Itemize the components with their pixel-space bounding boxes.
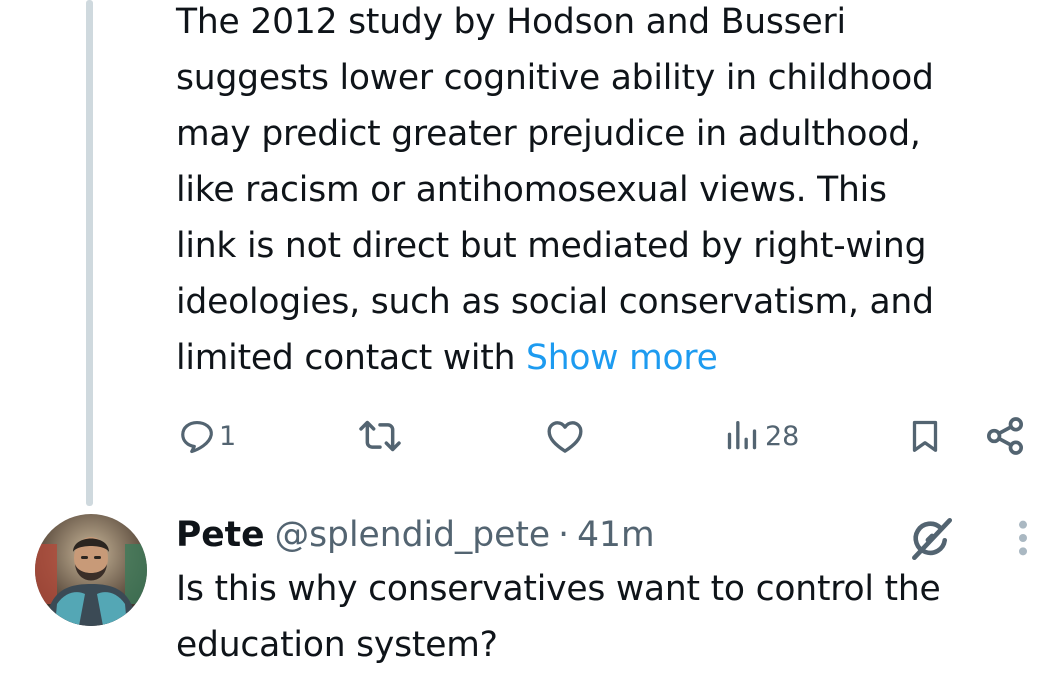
tweet-text-line: may predict greater prejudice in adultho…	[176, 114, 921, 154]
retweet-button[interactable]	[357, 417, 406, 455]
tweet-text-fragment: limited contact with	[176, 338, 527, 378]
tweet-text-line: link is not direct but mediated by right…	[176, 226, 927, 266]
more-options-button[interactable]	[1016, 518, 1030, 562]
avatar[interactable]	[35, 514, 147, 626]
reply-icon	[181, 420, 213, 454]
parent-tweet-text[interactable]: The 2012 study by Hodson and Busseri sug…	[176, 0, 1046, 386]
show-more-link[interactable]: Show more	[526, 338, 718, 378]
tweet-text-line-last: limited contact with Show more	[176, 330, 1046, 386]
views-button[interactable]: 28	[722, 416, 799, 456]
reply-text[interactable]: Is this why conservatives want to contro…	[176, 561, 1046, 673]
reply-text-line: Is this why conservatives want to contro…	[176, 569, 941, 609]
tweet-text-line: ideologies, such as social conservatism,…	[176, 282, 934, 322]
reply-display-name[interactable]: Pete	[176, 515, 265, 555]
reply-button[interactable]: 1	[178, 417, 236, 455]
tweet-text-line: The 2012 study by Hodson and Busseri	[176, 2, 846, 42]
tweet-thread: The 2012 study by Hodson and Busseri sug…	[0, 0, 1056, 684]
reply-text-line: education system?	[176, 625, 498, 665]
like-button[interactable]	[544, 417, 589, 457]
retweet-icon	[359, 420, 401, 452]
views-icon	[727, 421, 757, 450]
views-count: 28	[765, 420, 800, 452]
bookmark-button[interactable]	[907, 416, 943, 456]
reply-handle[interactable]: @splendid_pete	[275, 515, 551, 555]
more-options-icon	[1019, 520, 1027, 556]
tweet-text-line: suggests lower cognitive ability in chil…	[176, 58, 934, 98]
reply-count: 1	[219, 420, 237, 452]
grok-icon	[912, 517, 953, 561]
avatar-image	[35, 514, 147, 626]
share-button[interactable]	[985, 416, 1025, 456]
tweet-action-bar: 1 28	[0, 412, 1056, 462]
reply-separator: ·	[558, 515, 570, 555]
share-icon	[986, 417, 1024, 455]
reply-timestamp[interactable]: 41m	[577, 515, 655, 555]
grok-button[interactable]	[906, 514, 956, 568]
tweet-text-line: like racism or antihomosexual views. Thi…	[176, 170, 887, 210]
bookmark-icon	[912, 420, 938, 452]
heart-icon	[547, 421, 583, 453]
reply-header: Pete @splendid_pete · 41m	[176, 509, 655, 561]
